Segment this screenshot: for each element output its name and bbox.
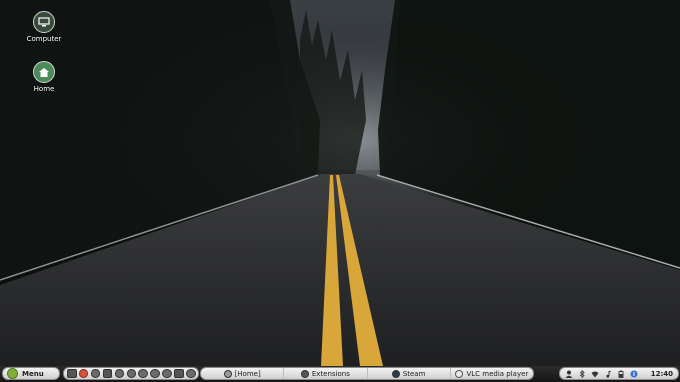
app-icon[interactable]: [138, 369, 148, 378]
folder-icon: [223, 369, 232, 378]
panel-launchers: [63, 367, 199, 380]
taskbar-item-label: [Home]: [234, 369, 261, 378]
desktop-wallpaper: [0, 0, 680, 366]
battery-icon[interactable]: [617, 370, 625, 378]
computer-icon: [33, 11, 55, 33]
vlc-icon: [455, 369, 464, 378]
taskbar-item-label: VLC media player: [466, 369, 529, 378]
bottom-panel: Menu [Home] Extensions Steam VLC media p…: [0, 366, 680, 382]
volume-icon[interactable]: [604, 370, 612, 378]
clock[interactable]: 12:40: [651, 370, 673, 378]
system-tray: 12:40: [559, 367, 679, 380]
app-icon[interactable]: [126, 369, 137, 378]
taskbar-item-steam[interactable]: Steam: [368, 368, 451, 379]
taskbar-item-home[interactable]: [Home]: [201, 368, 285, 379]
desktop-icon-label: Home: [33, 85, 55, 93]
window-list: [Home] Extensions Steam VLC media player: [200, 367, 534, 380]
app-icon[interactable]: [150, 369, 160, 378]
wifi-icon[interactable]: [591, 370, 599, 378]
update-icon[interactable]: [630, 370, 638, 378]
app-icon[interactable]: [114, 369, 125, 378]
mint-logo-icon: [7, 368, 18, 379]
bluetooth-icon[interactable]: [578, 369, 586, 378]
app-icon[interactable]: [186, 369, 196, 378]
taskbar-item-label: Steam: [402, 369, 426, 378]
menu-button[interactable]: Menu: [2, 367, 60, 380]
taskbar-item-label: Extensions: [311, 369, 350, 378]
desktop-icon-computer[interactable]: Computer: [14, 11, 74, 43]
firefox-icon[interactable]: [78, 369, 89, 378]
desktop-icon-label: Computer: [26, 35, 62, 43]
menu-label: Menu: [22, 369, 44, 378]
steam-icon: [391, 369, 400, 378]
home-folder-icon: [33, 61, 55, 83]
show-desktop-icon[interactable]: [67, 369, 77, 378]
desktop-icon-home[interactable]: Home: [14, 61, 74, 93]
extensions-icon: [300, 369, 309, 378]
app-icon[interactable]: [102, 369, 113, 378]
user-icon[interactable]: [565, 370, 573, 378]
app-icon[interactable]: [174, 369, 184, 378]
app-icon[interactable]: [162, 369, 172, 378]
app-icon[interactable]: [90, 369, 101, 378]
taskbar-item-extensions[interactable]: Extensions: [284, 368, 368, 379]
taskbar-item-vlc[interactable]: VLC media player: [451, 368, 533, 379]
